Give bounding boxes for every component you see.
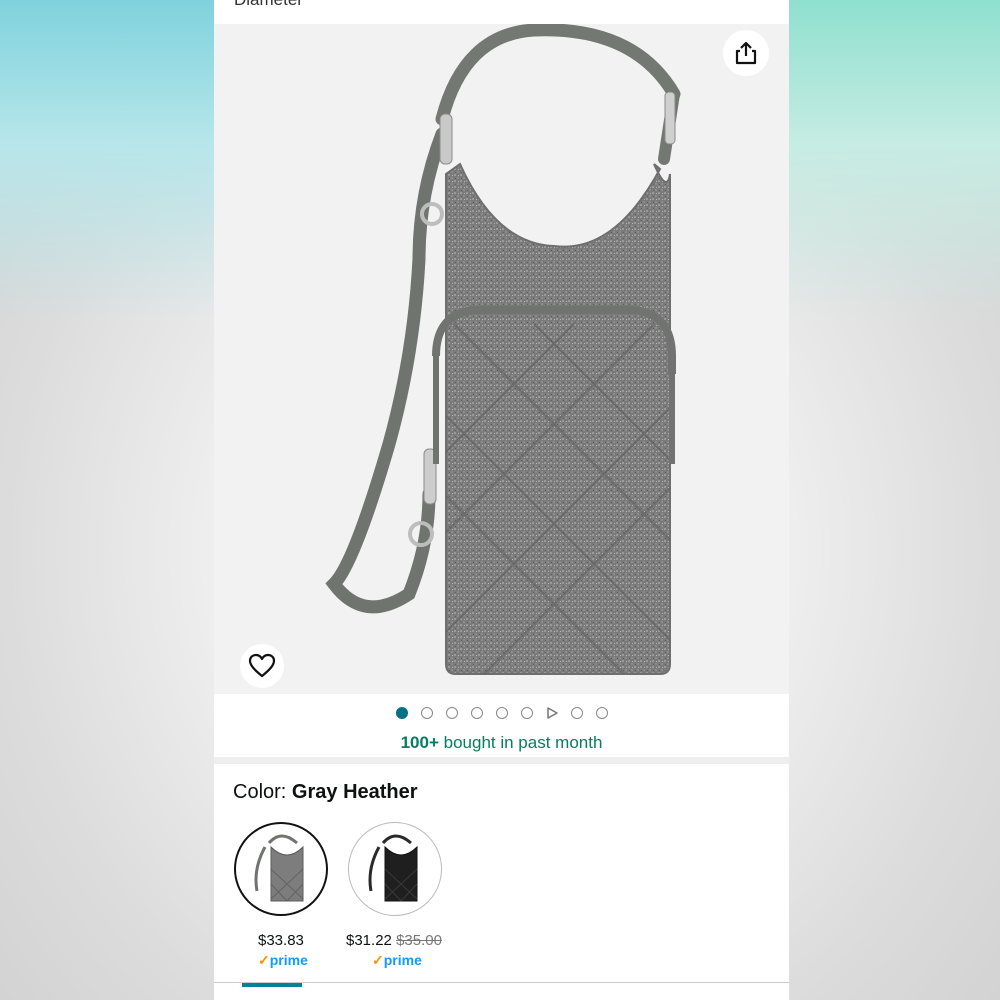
gallery-dot-6[interactable] xyxy=(520,707,533,719)
video-play-icon[interactable] xyxy=(546,707,558,719)
swatch-thumbnail xyxy=(368,834,418,902)
prime-check-icon: ✓ xyxy=(372,952,384,968)
background-tint-left xyxy=(0,0,214,320)
swatch-1-price-value: $33.83 xyxy=(258,932,304,949)
swatch-2-list-price: $35.00 xyxy=(396,932,442,949)
share-icon xyxy=(735,41,757,65)
swatch-1-price: $33.83 xyxy=(258,932,304,949)
swatch-1-prime-badge: ✓prime xyxy=(258,952,308,969)
color-value: Gray Heather xyxy=(291,781,418,803)
swatch-2-price-value: $31.22 xyxy=(346,932,392,949)
product-image-gallery[interactable] xyxy=(214,24,789,694)
gallery-pagination xyxy=(214,704,789,722)
bottom-tab-bar xyxy=(214,982,789,1000)
gallery-dot-3[interactable] xyxy=(445,707,458,719)
active-tab-indicator xyxy=(242,983,302,987)
bought-text: bought in past month xyxy=(443,733,603,752)
cut-off-text: Diameter xyxy=(234,0,303,10)
swatch-1-prime-text: prime xyxy=(269,952,308,968)
gallery-dot-2[interactable] xyxy=(420,707,433,719)
swatch-2-prime-badge: ✓prime xyxy=(372,952,422,969)
favorite-button[interactable] xyxy=(240,644,284,688)
gallery-dot-9[interactable] xyxy=(595,707,608,719)
gallery-dot-1[interactable] xyxy=(395,707,408,719)
section-divider xyxy=(214,757,789,764)
swatch-2-price: $31.22 $35.00 xyxy=(346,932,442,949)
swatch-thumbnail xyxy=(254,834,304,902)
color-selection-label: Color: Gray Heather xyxy=(233,781,418,804)
gallery-dot-8[interactable] xyxy=(570,707,583,719)
background-tint-right xyxy=(789,0,1000,320)
bought-count: 100+ xyxy=(400,733,439,752)
bought-in-past-month: 100+ bought in past month xyxy=(214,733,789,753)
swatch-2-prime-text: prime xyxy=(383,952,422,968)
color-label: Color: xyxy=(233,781,287,803)
phone-screen: Diameter xyxy=(214,0,789,1000)
share-button[interactable] xyxy=(723,30,769,76)
color-swatch-gray-heather[interactable] xyxy=(234,822,328,916)
product-image xyxy=(325,24,681,675)
gallery-dot-5[interactable] xyxy=(495,707,508,719)
heart-icon xyxy=(248,653,276,678)
prime-check-icon: ✓ xyxy=(258,952,270,968)
color-swatch-black[interactable] xyxy=(348,822,442,916)
gallery-dot-4[interactable] xyxy=(470,707,483,719)
